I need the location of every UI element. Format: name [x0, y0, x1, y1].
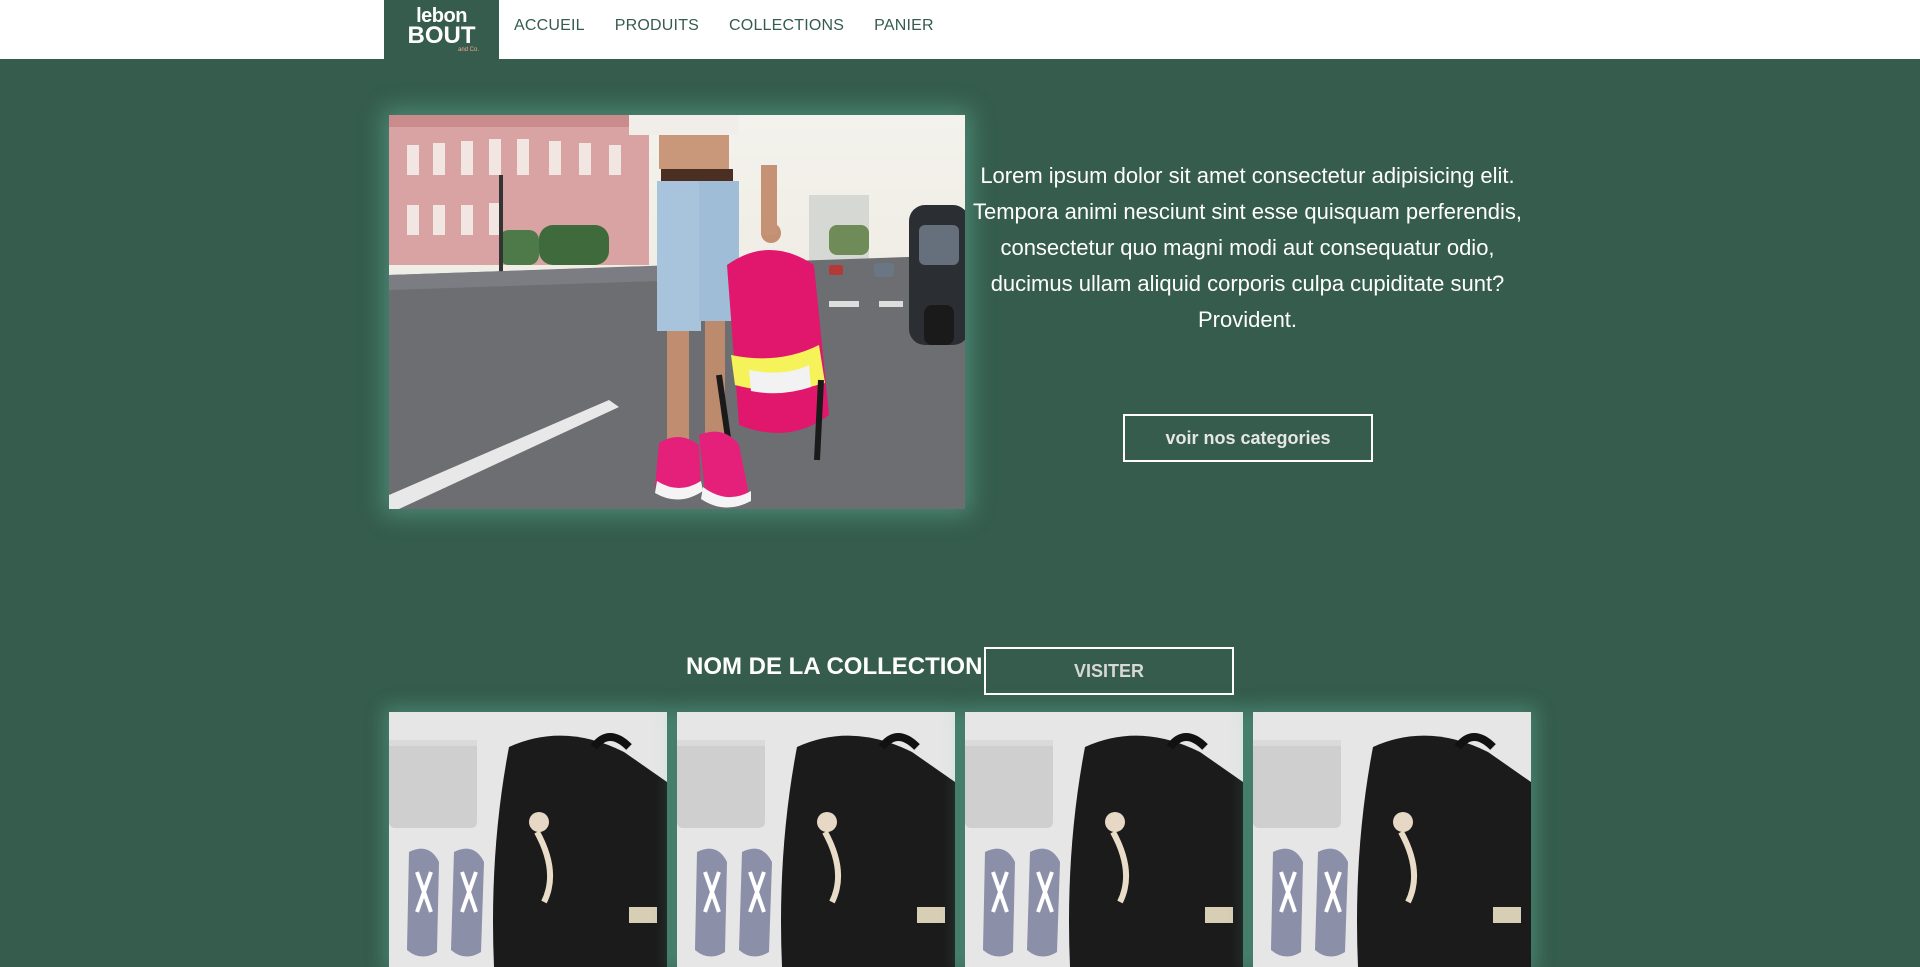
nav-item-accueil[interactable]: ACCUEIL	[514, 17, 585, 35]
hero-image-street-backpack	[389, 115, 965, 509]
nav-item-collections[interactable]: COLLECTIONS	[729, 17, 844, 35]
product-card[interactable]	[965, 712, 1243, 967]
hero-description: Lorem ipsum dolor sit amet consectetur a…	[972, 163, 1523, 332]
nav-item-produits[interactable]: PRODUITS	[615, 17, 699, 35]
see-categories-button[interactable]: voir nos categories	[1123, 414, 1373, 462]
brand-logo[interactable]: lebon BOUT and Co.	[384, 0, 499, 59]
main-nav: ACCUEIL PRODUITS COLLECTIONS PANIER	[514, 0, 964, 52]
product-card[interactable]	[1253, 712, 1531, 967]
logo-line-3: and Co.	[457, 46, 479, 53]
product-card[interactable]	[677, 712, 955, 967]
visit-collection-button[interactable]: VISITER	[984, 647, 1234, 695]
nav-item-panier[interactable]: PANIER	[874, 17, 934, 35]
collection-product-grid	[389, 712, 1531, 967]
product-card[interactable]	[389, 712, 667, 967]
collection-title: NOM DE LA COLLECTION	[686, 653, 983, 680]
top-navigation-bar: lebon BOUT and Co. ACCUEIL PRODUITS COLL…	[0, 0, 1920, 59]
logo-line-2: BOUT	[407, 21, 476, 49]
